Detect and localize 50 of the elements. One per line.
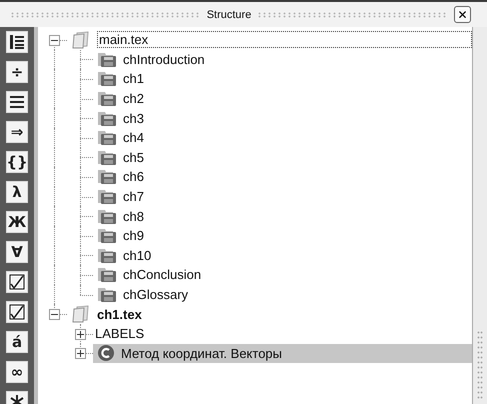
- tree-item[interactable]: ch7: [93, 186, 472, 206]
- lines-icon[interactable]: [6, 91, 28, 113]
- tree-item[interactable]: chIntroduction: [93, 50, 472, 70]
- toolbar-button[interactable]: ⇒: [6, 121, 28, 143]
- tree-item[interactable]: chConclusion: [93, 265, 472, 285]
- chapter-icon: [97, 50, 117, 68]
- toolbar-button[interactable]: Ж: [6, 211, 28, 233]
- chapter-icon: [97, 148, 117, 166]
- chapter-icon: [97, 90, 117, 108]
- tree-item[interactable]: ch8: [93, 206, 472, 226]
- toolbar-button[interactable]: λ: [6, 181, 28, 203]
- tree-item[interactable]: LABELS: [93, 324, 472, 344]
- document-stack-icon: [71, 305, 91, 324]
- toolbar-button[interactable]: ÷: [6, 61, 28, 83]
- chapter-icon: [97, 246, 117, 264]
- chapter-icon: [97, 188, 117, 206]
- tree-item[interactable]: ch2: [93, 88, 472, 108]
- tree-item[interactable]: ch9: [93, 226, 472, 246]
- tree-item[interactable]: ch5: [93, 148, 472, 168]
- tree-item[interactable]: ch3: [93, 108, 472, 128]
- section-icon: [97, 344, 115, 362]
- tree-item[interactable]: ch6: [93, 167, 472, 187]
- chapter-icon: [97, 110, 117, 127]
- chapter-icon: [97, 168, 117, 186]
- chapter-icon: [97, 129, 117, 146]
- root-icon[interactable]: [6, 301, 28, 323]
- panel-title: Structure: [206, 8, 252, 20]
- tree-item[interactable]: chGlossary: [93, 284, 472, 304]
- expand-button[interactable]: [75, 328, 86, 340]
- chapter-icon: [97, 208, 117, 225]
- expand-button[interactable]: [75, 348, 86, 360]
- chapter-icon: [97, 70, 117, 88]
- tree-item[interactable]: ch10: [93, 246, 472, 266]
- close-button[interactable]: ✕: [454, 6, 472, 23]
- toolbar-button[interactable]: {}: [6, 151, 28, 173]
- collapse-button[interactable]: [49, 34, 60, 46]
- root-icon[interactable]: [6, 271, 28, 293]
- tree-item[interactable]: Метод координат. Векторы: [93, 344, 472, 364]
- tree-item[interactable]: ch1: [93, 69, 472, 89]
- tree-item[interactable]: ch1.tex: [67, 304, 472, 324]
- chapter-icon: [97, 286, 117, 304]
- chapter-icon: [97, 266, 117, 284]
- chapter-icon: [97, 227, 117, 244]
- toolbar-button[interactable]: ∞: [6, 361, 28, 383]
- document-stack-icon: [71, 30, 91, 49]
- toolbar-button[interactable]: á: [6, 331, 28, 353]
- list-icon[interactable]: [6, 31, 28, 53]
- tree-item[interactable]: ch4: [93, 128, 472, 148]
- collapse-button[interactable]: [49, 309, 60, 320]
- toolbar-button[interactable]: ∀: [6, 241, 28, 263]
